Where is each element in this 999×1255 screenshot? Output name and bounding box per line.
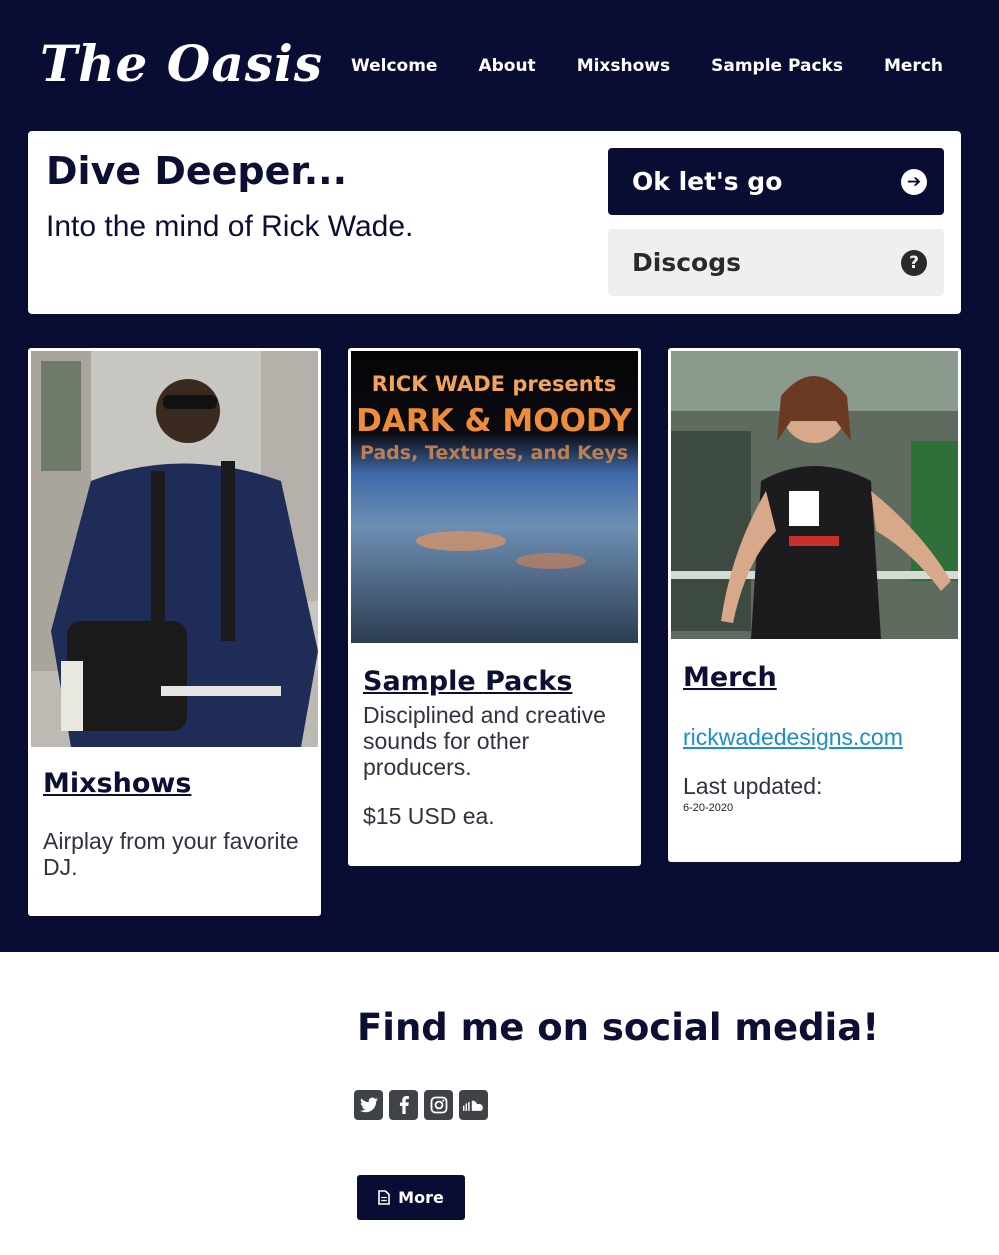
document-icon bbox=[378, 1190, 390, 1205]
top-section: The Oasis Welcome About Mixshows Sample … bbox=[0, 0, 999, 952]
cover-line-2: DARK & MOODY bbox=[356, 403, 632, 439]
cover-line-3: Pads, Textures, and Keys bbox=[360, 442, 628, 464]
ok-lets-go-label: Ok let's go bbox=[632, 167, 783, 196]
site-brand[interactable]: The Oasis bbox=[40, 34, 323, 93]
nav-welcome[interactable]: Welcome bbox=[351, 56, 438, 76]
discogs-button[interactable]: Discogs ? bbox=[608, 229, 944, 296]
merch-link[interactable]: rickwadedesigns.com bbox=[683, 724, 903, 750]
card-sample-packs-price: $15 USD ea. bbox=[363, 803, 495, 829]
more-button[interactable]: More bbox=[357, 1175, 465, 1220]
cover-line-1: RICK WADE presents bbox=[372, 372, 616, 396]
nav-sample-packs[interactable]: Sample Packs bbox=[711, 56, 843, 76]
card-sample-packs-title[interactable]: Sample Packs bbox=[363, 666, 572, 697]
nav-about[interactable]: About bbox=[478, 56, 535, 76]
card-mixshows-title[interactable]: Mixshows bbox=[43, 768, 191, 799]
card-merch: Merch rickwadedesigns.com Last updated: … bbox=[668, 348, 961, 862]
card-sample-packs: RICK WADE presents DARK & MOODY Pads, Te… bbox=[348, 348, 641, 866]
main-nav: Welcome About Mixshows Sample Packs Merc… bbox=[351, 56, 943, 76]
social-heading: Find me on social media! bbox=[357, 1006, 880, 1049]
nav-merch[interactable]: Merch bbox=[884, 56, 943, 76]
sample-pack-cover: RICK WADE presents DARK & MOODY Pads, Te… bbox=[351, 351, 638, 643]
ok-lets-go-button[interactable]: Ok let's go ➔ bbox=[608, 148, 944, 215]
arrow-right-circle-icon: ➔ bbox=[901, 168, 927, 195]
nav-mixshows[interactable]: Mixshows bbox=[577, 56, 670, 76]
twitter-icon[interactable] bbox=[354, 1090, 383, 1120]
dj-photo bbox=[31, 351, 318, 747]
instagram-icon[interactable] bbox=[424, 1090, 453, 1120]
last-updated-label: Last updated: bbox=[683, 773, 823, 799]
hero-subtitle: Into the mind of Rick Wade. bbox=[46, 210, 414, 243]
card-mixshows: Mixshows Airplay from your favorite DJ. bbox=[28, 348, 321, 916]
facebook-icon[interactable] bbox=[389, 1090, 418, 1120]
question-circle-icon: ? bbox=[901, 249, 927, 276]
more-button-label: More bbox=[398, 1188, 444, 1207]
card-sample-packs-text: Disciplined and creative sounds for othe… bbox=[363, 702, 606, 780]
last-updated-date: 6-20-2020 bbox=[683, 802, 734, 814]
discogs-label: Discogs bbox=[632, 248, 741, 277]
soundcloud-icon[interactable] bbox=[459, 1090, 488, 1120]
card-merch-title[interactable]: Merch bbox=[683, 662, 777, 693]
card-mixshows-text: Airplay from your favorite DJ. bbox=[43, 828, 299, 880]
merch-photo bbox=[671, 351, 958, 639]
social-icons bbox=[354, 1090, 488, 1120]
hero-panel: Dive Deeper... Into the mind of Rick Wad… bbox=[28, 131, 961, 314]
hero-title: Dive Deeper... bbox=[46, 149, 348, 193]
